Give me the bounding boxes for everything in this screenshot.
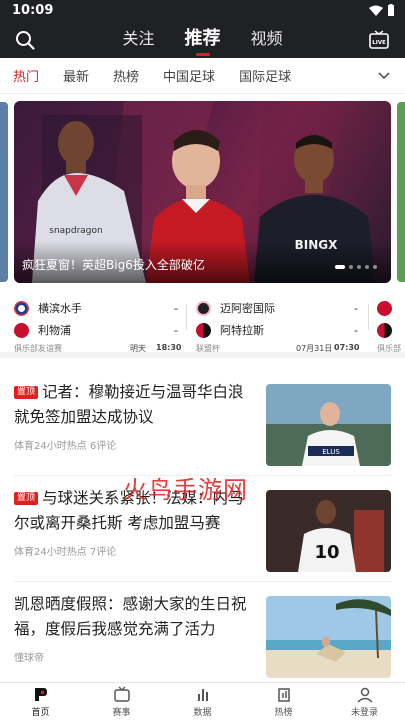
news-meta: 懂球帝 [14,649,44,664]
home-logo-icon [34,688,47,701]
news-meta: 体育24小时热点 6评论 [14,437,116,452]
home-score: - [174,301,178,315]
match-competition: 联盟杯 [196,344,220,353]
thumb-jersey-text: ELUS [322,448,340,456]
banner-slide[interactable]: snapdragon BINGX [14,101,391,283]
match-card[interactable]: 横滨水手 - 利物浦 - 俱乐部友谊赛 明天 18:30 [14,296,182,354]
news-comments: 6评论 [89,441,117,452]
tab-matches[interactable]: 赛事 [81,683,162,720]
pinned-badge: 置顶 [14,386,39,399]
away-score: - [174,323,178,337]
tab-matches-label: 赛事 [112,708,131,718]
match-strip: 横滨水手 - 利物浦 - 俱乐部友谊赛 明天 18:30 迈阿密国际 - 阿特拉… [0,292,405,358]
tab-home[interactable]: 首页 [0,683,81,720]
news-title[interactable]: 凯恩晒度假照：感谢大家的生日祝福，度假后我感觉充满了活力 [14,592,248,642]
carousel-dot [357,265,361,269]
banner-next-peek[interactable] [397,102,405,282]
tab-data-label: 数据 [193,708,212,718]
news-source: 体育24小时热点 [14,547,87,558]
live-tv-icon[interactable]: LIVE [368,29,390,51]
chevron-down-icon[interactable] [377,70,391,82]
tab-ranking[interactable]: 热榜 [243,683,324,720]
team-logo [14,300,29,316]
match-competition: 俱乐部友谊赛 [14,344,62,353]
news-meta: 体育24小时热点 7评论 [14,543,116,558]
banner-prev-peek[interactable] [0,102,8,282]
news-item[interactable]: 凯恩晒度假照：感谢大家的生日祝福，度假后我感觉充满了活力 懂球帝 [0,584,405,682]
battery-icon [388,4,394,16]
team-logo [196,322,211,338]
team-logo [377,300,392,316]
tab-follow[interactable]: 关注 [122,22,154,56]
bar-chart-icon [197,689,208,701]
match-time: 18:30 [156,343,182,352]
home-team: 迈阿密国际 [220,302,275,315]
news-source: 体育24小时热点 [14,441,87,452]
carousel-dot [365,265,369,269]
carousel-dot [349,265,353,269]
ranking-icon [277,688,290,702]
match-date: 07月31日 [296,344,333,353]
team-logo [14,322,29,338]
wifi-icon [369,5,383,16]
divider [14,581,391,582]
category-hot[interactable]: 热门 [13,66,39,85]
category-ranking[interactable]: 热榜 [113,66,139,85]
divider [368,304,369,330]
away-team: 阿特拉斯 [220,324,264,337]
user-icon [356,687,373,703]
category-china-football[interactable]: 中国足球 [163,66,215,85]
home-team: 横滨水手 [38,302,82,315]
top-tabs: 关注 推荐 视频 [0,22,405,56]
pinned-badge: 置顶 [14,492,39,505]
status-time: 10:09 [12,3,54,18]
divider [186,304,187,330]
tab-profile[interactable]: 未登录 [324,683,405,720]
tab-profile-label: 未登录 [350,708,378,718]
news-thumbnail[interactable] [266,596,391,678]
banner-carousel[interactable]: snapdragon BINGX [0,96,405,288]
news-source: 懂球帝 [14,653,44,664]
thumb-jersey-number: 10 [314,542,339,563]
news-title[interactable]: 置顶 记者：穆勒接近与温哥华白浪就免签加盟达成协议 [14,380,248,430]
match-card[interactable]: 迈阿密国际 - 阿特拉斯 - 联盟杯 07月31日 07:30 [196,296,360,354]
live-label: LIVE [372,40,386,46]
news-thumbnail[interactable]: 10 [266,490,391,572]
banner-caption[interactable]: 疯狂夏窗！英超Big6投入全部破亿 [22,256,205,273]
match-card[interactable]: 俱乐部 [377,296,405,354]
tab-ranking-label: 热榜 [274,708,293,718]
watermark: 火鸟手游网 [123,476,248,504]
carousel-dots [335,265,377,269]
match-time: 07:30 [334,343,360,352]
team-logo [196,300,211,316]
news-comments: 7评论 [89,547,117,558]
away-score: - [354,323,358,337]
status-icons [369,4,395,17]
home-score: - [354,301,358,315]
bottom-tabbar: 首页 赛事 数据 热榜 未登录 [0,682,405,720]
tab-video[interactable]: 视频 [251,22,283,56]
category-nav: 热门 最新 热榜 中国足球 国际足球 [0,58,405,94]
tab-recommend[interactable]: 推荐 [185,22,221,56]
away-team: 利物浦 [38,324,71,337]
carousel-dot [373,265,377,269]
tab-data[interactable]: 数据 [162,683,243,720]
team-logo [377,322,392,338]
news-thumbnail[interactable]: ELUS [266,384,391,466]
tab-home-label: 首页 [31,708,50,718]
match-date: 明天 [130,344,146,353]
news-item[interactable]: 置顶 记者：穆勒接近与温哥华白浪就免签加盟达成协议 体育24小时热点 6评论 EL… [0,372,405,478]
news-title-text: 记者：穆勒接近与温哥华白浪就免签加盟达成协议 [14,383,244,426]
top-header: 关注 推荐 视频 LIVE [0,22,405,58]
category-latest[interactable]: 最新 [63,66,89,85]
status-bar: 10:09 [0,0,405,22]
match-competition: 俱乐部 [377,344,401,353]
tv-icon [113,686,130,702]
carousel-dot [335,265,345,269]
player-1-sponsor: snapdragon [49,226,102,236]
category-intl-football[interactable]: 国际足球 [239,66,291,85]
